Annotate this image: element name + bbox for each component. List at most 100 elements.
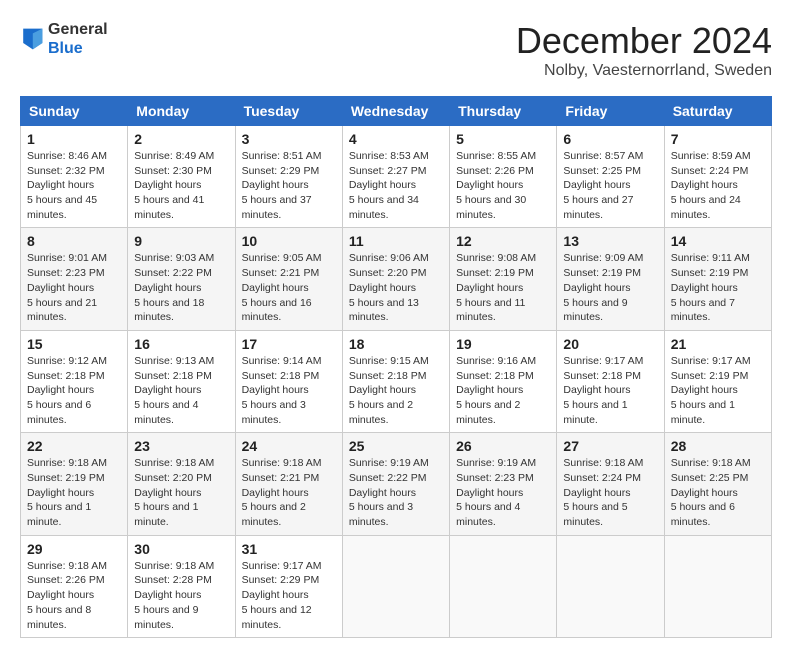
day-number: 30 (134, 541, 228, 557)
day-info: Sunrise: 9:08 AM Sunset: 2:19 PM Dayligh… (456, 251, 550, 324)
daylight-value: 5 hours and 1 minute. (27, 501, 91, 528)
day-info: Sunrise: 8:53 AM Sunset: 2:27 PM Dayligh… (349, 149, 443, 222)
daylight-label: Daylight hours (27, 487, 94, 499)
day-number: 10 (242, 233, 336, 249)
sunset-label: Sunset: 2:22 PM (349, 472, 427, 484)
day-number: 20 (563, 336, 657, 352)
sunset-label: Sunset: 2:19 PM (27, 472, 105, 484)
daylight-value: 5 hours and 2 minutes. (242, 501, 306, 528)
day-cell: 16 Sunrise: 9:13 AM Sunset: 2:18 PM Dayl… (128, 330, 235, 432)
sunrise-label: Sunrise: 9:14 AM (242, 355, 322, 367)
daylight-value: 5 hours and 3 minutes. (349, 501, 413, 528)
daylight-value: 5 hours and 24 minutes. (671, 194, 741, 221)
day-number: 5 (456, 131, 550, 147)
daylight-value: 5 hours and 21 minutes. (27, 297, 97, 324)
daylight-value: 5 hours and 11 minutes. (456, 297, 525, 324)
day-cell: 22 Sunrise: 9:18 AM Sunset: 2:19 PM Dayl… (21, 433, 128, 535)
daylight-value: 5 hours and 2 minutes. (456, 399, 520, 426)
daylight-label: Daylight hours (349, 179, 416, 191)
daylight-label: Daylight hours (242, 179, 309, 191)
sunset-label: Sunset: 2:18 PM (349, 370, 427, 382)
day-info: Sunrise: 9:15 AM Sunset: 2:18 PM Dayligh… (349, 354, 443, 427)
day-cell: 3 Sunrise: 8:51 AM Sunset: 2:29 PM Dayli… (235, 126, 342, 228)
daylight-label: Daylight hours (456, 282, 523, 294)
day-number: 16 (134, 336, 228, 352)
daylight-value: 5 hours and 1 minute. (671, 399, 735, 426)
day-cell: 7 Sunrise: 8:59 AM Sunset: 2:24 PM Dayli… (664, 126, 771, 228)
day-cell: 31 Sunrise: 9:17 AM Sunset: 2:29 PM Dayl… (235, 535, 342, 637)
sunrise-label: Sunrise: 8:51 AM (242, 150, 322, 162)
sunrise-label: Sunrise: 8:49 AM (134, 150, 214, 162)
daylight-label: Daylight hours (563, 179, 630, 191)
day-number: 13 (563, 233, 657, 249)
daylight-label: Daylight hours (671, 487, 738, 499)
sunset-label: Sunset: 2:29 PM (242, 165, 320, 177)
daylight-value: 5 hours and 2 minutes. (349, 399, 413, 426)
day-cell: 9 Sunrise: 9:03 AM Sunset: 2:22 PM Dayli… (128, 228, 235, 330)
day-number: 26 (456, 438, 550, 454)
calendar-table: Sunday Monday Tuesday Wednesday Thursday… (20, 96, 772, 638)
day-number: 24 (242, 438, 336, 454)
daylight-label: Daylight hours (349, 282, 416, 294)
header-monday: Monday (128, 97, 235, 126)
day-cell: 26 Sunrise: 9:19 AM Sunset: 2:23 PM Dayl… (450, 433, 557, 535)
daylight-label: Daylight hours (242, 384, 309, 396)
sunset-label: Sunset: 2:18 PM (563, 370, 641, 382)
daylight-label: Daylight hours (134, 589, 201, 601)
sunrise-label: Sunrise: 9:18 AM (134, 560, 214, 572)
daylight-label: Daylight hours (456, 384, 523, 396)
day-info: Sunrise: 9:12 AM Sunset: 2:18 PM Dayligh… (27, 354, 121, 427)
sunrise-label: Sunrise: 9:08 AM (456, 252, 536, 264)
daylight-label: Daylight hours (27, 179, 94, 191)
sunrise-label: Sunrise: 9:09 AM (563, 252, 643, 264)
daylight-value: 5 hours and 3 minutes. (242, 399, 306, 426)
sunset-label: Sunset: 2:24 PM (563, 472, 641, 484)
daylight-label: Daylight hours (671, 179, 738, 191)
daylight-label: Daylight hours (563, 282, 630, 294)
day-number: 17 (242, 336, 336, 352)
day-cell: 28 Sunrise: 9:18 AM Sunset: 2:25 PM Dayl… (664, 433, 771, 535)
day-info: Sunrise: 9:18 AM Sunset: 2:20 PM Dayligh… (134, 456, 228, 529)
daylight-label: Daylight hours (242, 487, 309, 499)
day-cell: 19 Sunrise: 9:16 AM Sunset: 2:18 PM Dayl… (450, 330, 557, 432)
day-info: Sunrise: 9:19 AM Sunset: 2:23 PM Dayligh… (456, 456, 550, 529)
sunset-label: Sunset: 2:19 PM (563, 267, 641, 279)
calendar-header: Sunday Monday Tuesday Wednesday Thursday… (21, 97, 772, 126)
day-info: Sunrise: 9:17 AM Sunset: 2:18 PM Dayligh… (563, 354, 657, 427)
month-title: December 2024 (516, 20, 772, 62)
day-info: Sunrise: 9:06 AM Sunset: 2:20 PM Dayligh… (349, 251, 443, 324)
day-cell: 23 Sunrise: 9:18 AM Sunset: 2:20 PM Dayl… (128, 433, 235, 535)
daylight-value: 5 hours and 13 minutes. (349, 297, 419, 324)
week-row-3: 15 Sunrise: 9:12 AM Sunset: 2:18 PM Dayl… (21, 330, 772, 432)
day-number: 3 (242, 131, 336, 147)
daylight-value: 5 hours and 6 minutes. (671, 501, 735, 528)
header-sunday: Sunday (21, 97, 128, 126)
sunset-label: Sunset: 2:26 PM (456, 165, 534, 177)
day-info: Sunrise: 8:51 AM Sunset: 2:29 PM Dayligh… (242, 149, 336, 222)
sunset-label: Sunset: 2:18 PM (242, 370, 320, 382)
daylight-value: 5 hours and 27 minutes. (563, 194, 633, 221)
day-number: 31 (242, 541, 336, 557)
daylight-value: 5 hours and 18 minutes. (134, 297, 204, 324)
sunrise-label: Sunrise: 9:18 AM (671, 457, 751, 469)
day-info: Sunrise: 9:03 AM Sunset: 2:22 PM Dayligh… (134, 251, 228, 324)
sunrise-label: Sunrise: 8:55 AM (456, 150, 536, 162)
day-info: Sunrise: 9:18 AM Sunset: 2:25 PM Dayligh… (671, 456, 765, 529)
sunset-label: Sunset: 2:28 PM (134, 574, 212, 586)
day-cell: 24 Sunrise: 9:18 AM Sunset: 2:21 PM Dayl… (235, 433, 342, 535)
header-row: Sunday Monday Tuesday Wednesday Thursday… (21, 97, 772, 126)
day-cell: 13 Sunrise: 9:09 AM Sunset: 2:19 PM Dayl… (557, 228, 664, 330)
daylight-label: Daylight hours (27, 384, 94, 396)
logo-icon (20, 25, 44, 53)
day-cell (450, 535, 557, 637)
day-info: Sunrise: 9:14 AM Sunset: 2:18 PM Dayligh… (242, 354, 336, 427)
sunrise-label: Sunrise: 9:01 AM (27, 252, 107, 264)
daylight-label: Daylight hours (456, 179, 523, 191)
daylight-value: 5 hours and 8 minutes. (27, 604, 91, 631)
sunset-label: Sunset: 2:19 PM (456, 267, 534, 279)
daylight-value: 5 hours and 16 minutes. (242, 297, 312, 324)
day-cell: 5 Sunrise: 8:55 AM Sunset: 2:26 PM Dayli… (450, 126, 557, 228)
header-saturday: Saturday (664, 97, 771, 126)
day-info: Sunrise: 9:17 AM Sunset: 2:19 PM Dayligh… (671, 354, 765, 427)
sunrise-label: Sunrise: 9:18 AM (242, 457, 322, 469)
